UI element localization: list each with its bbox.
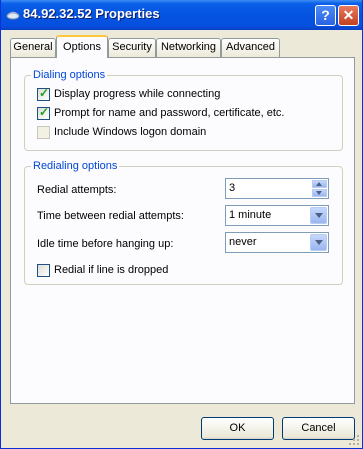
chevron-down-icon — [315, 240, 323, 245]
network-connection-icon — [6, 11, 20, 20]
spin-up-button[interactable] — [312, 180, 327, 188]
redial-attempts-spinbox[interactable]: 3 — [225, 178, 329, 199]
cancel-button[interactable]: Cancel — [282, 417, 355, 440]
checkmark-icon: ✓ — [39, 86, 50, 100]
options-panel: Dialing options ✓ Display progress while… — [10, 57, 355, 404]
idle-time-value: never — [229, 236, 257, 248]
help-button[interactable]: ? — [315, 5, 336, 26]
chevron-down-icon — [315, 213, 323, 218]
ok-button[interactable]: OK — [201, 417, 274, 440]
redialing-options-legend: Redialing options — [33, 160, 118, 172]
idle-time-label: Idle time before hanging up: — [37, 238, 174, 250]
display-progress-label[interactable]: Display progress while connecting — [54, 88, 220, 100]
prompt-credentials-checkbox[interactable]: ✓ — [37, 105, 50, 120]
windows-logon-domain-checkbox[interactable] — [37, 126, 50, 139]
prompt-credentials-label[interactable]: Prompt for name and password, certificat… — [54, 107, 285, 119]
redial-if-dropped-label[interactable]: Redial if line is dropped — [54, 264, 168, 276]
properties-window: 84.92.32.52 Properties ? ✕ General Optio… — [0, 0, 363, 449]
tab-networking[interactable]: Networking — [156, 38, 221, 57]
dropdown-button[interactable] — [310, 234, 327, 251]
dialing-options-legend: Dialing options — [33, 69, 106, 81]
spin-down-button[interactable] — [312, 189, 327, 197]
tab-general[interactable]: General — [10, 38, 56, 57]
redial-interval-select[interactable]: 1 minute — [225, 205, 329, 226]
title-bar[interactable]: 84.92.32.52 Properties ? ✕ — [1, 0, 362, 30]
redial-interval-value: 1 minute — [229, 209, 272, 221]
redial-attempts-value: 3 — [229, 182, 236, 194]
arrow-down-icon — [316, 191, 322, 195]
windows-logon-domain-label[interactable]: Include Windows logon domain — [54, 126, 206, 138]
idle-time-select[interactable]: never — [225, 232, 329, 253]
checkmark-icon: ✓ — [39, 105, 50, 119]
tab-security[interactable]: Security — [108, 38, 156, 57]
arrow-up-icon — [316, 182, 322, 186]
dropdown-button[interactable] — [310, 207, 327, 224]
tab-advanced[interactable]: Advanced — [221, 38, 280, 57]
redial-if-dropped-checkbox[interactable] — [37, 264, 50, 277]
display-progress-checkbox[interactable]: ✓ — [37, 86, 50, 101]
close-button[interactable]: ✕ — [338, 5, 359, 26]
resize-grip-icon[interactable] — [348, 434, 360, 446]
tab-options[interactable]: Options — [56, 35, 108, 58]
redial-attempts-label: Redial attempts: — [37, 184, 117, 196]
window-title: 84.92.32.52 Properties — [23, 6, 160, 21]
redial-interval-label: Time between redial attempts: — [37, 210, 184, 222]
